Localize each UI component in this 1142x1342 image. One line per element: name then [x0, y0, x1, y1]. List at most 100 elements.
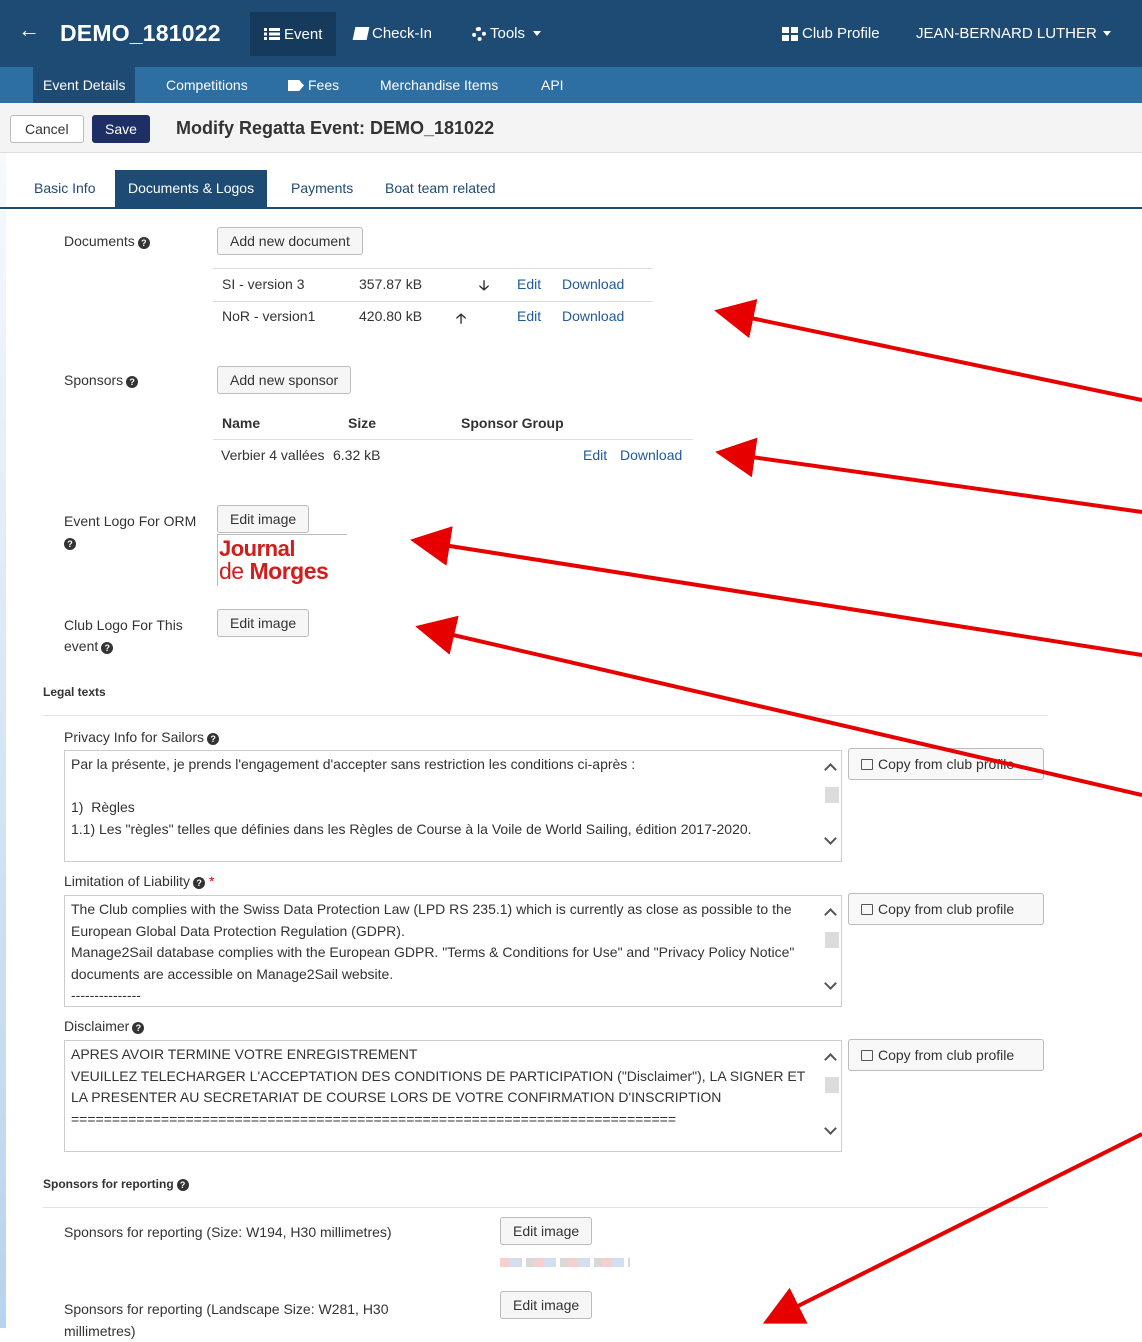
legal-texts-heading: Legal texts	[43, 685, 106, 699]
club-logo-label-line2: event	[64, 638, 99, 654]
reporting-item1-edit-button[interactable]: Edit image	[500, 1217, 593, 1245]
divider	[213, 301, 653, 302]
reporting-item2-line2: millimetres)	[64, 1323, 136, 1339]
liability-textarea-text: The Club complies with the Swiss Data Pr…	[71, 901, 795, 1003]
scroll-up-icon[interactable]	[824, 1053, 837, 1066]
document-size: 420.80 kB	[359, 308, 423, 324]
add-sponsor-button[interactable]: Add new sponsor	[217, 366, 352, 394]
caret-down-icon	[1102, 31, 1111, 36]
textarea-scrollbar[interactable]	[823, 1041, 839, 1151]
privacy-textarea-text: Par la présente, je prends l'engagement …	[71, 756, 752, 837]
privacy-textarea[interactable]: Par la présente, je prends l'engagement …	[64, 750, 842, 862]
scroll-down-icon[interactable]	[824, 1122, 837, 1135]
sponsor-col-group: Sponsor Group	[461, 415, 564, 431]
sponsor-download-link[interactable]: Download	[620, 447, 682, 463]
tab-basic-info[interactable]: Basic Info	[21, 170, 108, 207]
annotation-arrow	[410, 526, 1142, 657]
divider	[43, 715, 1048, 716]
liability-textarea[interactable]: The Club complies with the Swiss Data Pr…	[64, 895, 842, 1007]
tab-payments[interactable]: Payments	[278, 170, 366, 207]
reporting-heading: Sponsors for reporting?	[43, 1177, 189, 1191]
privacy-copy-button[interactable]: Copy from club profile	[848, 748, 1044, 780]
document-size: 357.87 kB	[359, 276, 423, 292]
sponsors-label-text: Sponsors	[64, 372, 124, 388]
help-icon[interactable]: ?	[64, 538, 76, 550]
nav-checkin-label: Check-In	[372, 25, 433, 42]
sponsor-name: Verbier 4 vallées	[221, 447, 325, 463]
help-icon[interactable]: ?	[207, 733, 220, 745]
nav-tools[interactable]: Tools	[472, 25, 542, 42]
scroll-up-icon[interactable]	[824, 763, 837, 776]
liability-copy-label: Copy from club profile	[878, 901, 1015, 917]
subnav-competitions[interactable]: Competitions	[156, 67, 258, 103]
nav-club-profile[interactable]: Club Profile	[782, 25, 880, 42]
scroll-down-icon[interactable]	[824, 977, 837, 990]
help-icon[interactable]: ?	[126, 376, 139, 388]
event-logo-image: Journal de Morges	[217, 534, 347, 586]
privacy-copy-label: Copy from club profile	[878, 756, 1015, 772]
grid-icon	[782, 26, 798, 41]
nav-user-label: JEAN-BERNARD LUTHER	[916, 25, 1097, 42]
subnav-event-details[interactable]: Event Details	[33, 67, 136, 103]
arrow-up-icon[interactable]: 🡡	[456, 308, 466, 332]
page-title: Modify Regatta Event: DEMO_181022	[176, 118, 495, 138]
document-edit-link[interactable]: Edit	[517, 276, 541, 292]
club-logo-label: Club Logo For This event?	[64, 615, 183, 657]
scroll-down-icon[interactable]	[824, 832, 837, 845]
textarea-scrollbar[interactable]	[823, 896, 839, 1006]
document-download-link[interactable]: Download	[562, 276, 624, 292]
event-title[interactable]: DEMO_181022	[60, 20, 221, 47]
help-icon[interactable]: ?	[101, 642, 114, 654]
nav-user-menu[interactable]: JEAN-BERNARD LUTHER	[916, 25, 1111, 42]
back-arrow-icon[interactable]: ←	[18, 17, 40, 43]
help-icon[interactable]: ?	[132, 1022, 145, 1034]
subnav-api[interactable]: API	[531, 67, 574, 103]
disclaimer-copy-button[interactable]: Copy from club profile	[848, 1039, 1044, 1071]
disclaimer-label-text: Disclaimer	[64, 1018, 130, 1034]
liability-label: Limitation of Liability? *	[64, 873, 214, 889]
scroll-thumb[interactable]	[825, 932, 839, 948]
save-button[interactable]: Save	[92, 115, 150, 143]
cancel-button[interactable]: Cancel	[10, 115, 84, 143]
tab-documents-logos[interactable]: Documents & Logos	[115, 170, 268, 207]
journal-de-morges-logo: Journal de Morges	[219, 538, 329, 583]
tab-boat-team[interactable]: Boat team related	[372, 170, 509, 207]
required-marker: *	[208, 873, 215, 889]
gear-icon	[472, 26, 486, 41]
nav-checkin[interactable]: Check-In	[352, 25, 433, 42]
club-logo-label-line1: Club Logo For This	[64, 617, 183, 633]
help-icon[interactable]: ?	[193, 877, 206, 889]
edit-club-logo-button[interactable]: Edit image	[217, 609, 310, 637]
annotation-arrow	[714, 298, 1142, 402]
subnav-fees[interactable]: Fees	[278, 67, 349, 103]
edit-event-logo-button[interactable]: Edit image	[217, 505, 310, 533]
nav-tools-label: Tools	[490, 25, 526, 42]
help-icon[interactable]: ?	[176, 1179, 189, 1191]
reporting-heading-text: Sponsors for reporting	[43, 1177, 174, 1191]
disclaimer-textarea[interactable]: APRES AVOIR TERMINE VOTRE ENREGISTREMENT…	[64, 1040, 842, 1152]
scroll-up-icon[interactable]	[824, 908, 837, 921]
help-icon[interactable]: ?	[137, 237, 150, 249]
add-document-button[interactable]: Add new document	[217, 227, 363, 255]
liability-copy-button[interactable]: Copy from club profile	[848, 893, 1044, 925]
documents-label-text: Documents	[64, 233, 135, 249]
documents-label: Documents?	[64, 233, 150, 249]
subnav-merchandise[interactable]: Merchandise Items	[370, 67, 508, 103]
sponsor-edit-link[interactable]: Edit	[583, 447, 607, 463]
sponsor-col-name: Name	[222, 415, 261, 431]
scroll-thumb[interactable]	[825, 1077, 839, 1093]
event-logo-label-text: Event Logo For ORM	[64, 513, 197, 529]
document-download-link[interactable]: Download	[562, 308, 624, 324]
reporting-item2-edit-button[interactable]: Edit image	[500, 1291, 593, 1319]
arrow-down-icon[interactable]: 🡣	[479, 275, 489, 299]
textarea-scrollbar[interactable]	[823, 751, 839, 861]
nav-event[interactable]: Event	[250, 12, 337, 56]
tag-icon	[288, 80, 304, 91]
nav-club-profile-label: Club Profile	[802, 25, 880, 42]
disclaimer-label: Disclaimer?	[64, 1018, 145, 1034]
logo-line2: de Morges	[219, 560, 329, 583]
document-edit-link[interactable]: Edit	[517, 308, 541, 324]
event-logo-label: Event Logo For ORM?	[64, 511, 214, 553]
scroll-thumb[interactable]	[825, 787, 839, 803]
document-name: NoR - version1	[222, 308, 316, 324]
